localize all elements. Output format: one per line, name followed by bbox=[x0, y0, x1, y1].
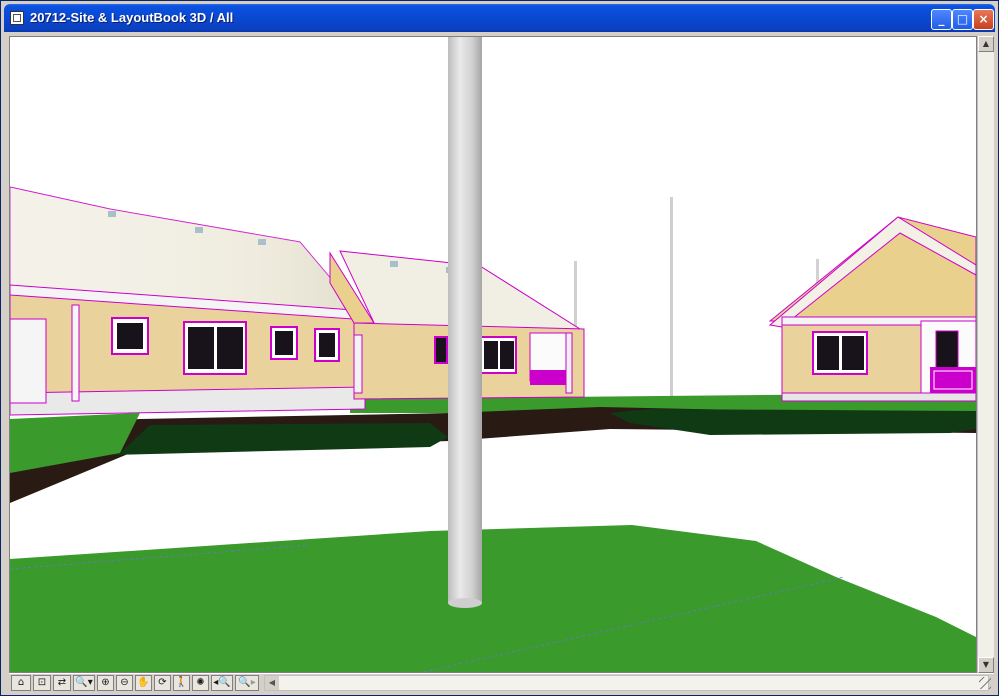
zoom-out-icon[interactable]: ⊖ bbox=[116, 675, 133, 691]
title-bar[interactable]: 20712-Site & LayoutBook 3D / All _ □ × bbox=[4, 4, 995, 32]
orbit-icon[interactable]: ⟳ bbox=[154, 675, 171, 691]
vertical-scrollbar[interactable]: ▲ ▼ bbox=[977, 36, 994, 673]
foreground-pole bbox=[448, 37, 482, 608]
pan-icon[interactable]: ✋ bbox=[135, 675, 152, 691]
3d-viewport[interactable] bbox=[9, 36, 977, 673]
scroll-left-icon[interactable]: ◀ bbox=[265, 676, 279, 690]
maximize-button[interactable]: □ bbox=[952, 9, 973, 30]
previous-zoom-icon[interactable]: ◂🔍 bbox=[211, 675, 233, 691]
close-button[interactable]: × bbox=[973, 9, 994, 30]
distant-pole-2 bbox=[670, 197, 673, 397]
explore-icon[interactable]: ✺ bbox=[192, 675, 209, 691]
next-zoom-icon[interactable]: 🔍▸ bbox=[235, 675, 259, 691]
navigation-mode-icon[interactable]: ⌂ bbox=[11, 675, 31, 691]
resize-grip-icon[interactable] bbox=[979, 677, 991, 689]
app-window: 20712-Site & LayoutBook 3D / All _ □ × ▲… bbox=[0, 0, 999, 696]
walk-icon[interactable]: 🚶 bbox=[173, 675, 190, 691]
fit-in-window-icon[interactable]: ⊡ bbox=[33, 675, 51, 691]
previous-view-icon[interactable]: ⇄ bbox=[53, 675, 71, 691]
horizontal-scrollbar[interactable]: ◀ bbox=[264, 675, 989, 691]
scroll-up-icon[interactable]: ▲ bbox=[978, 36, 994, 52]
minimize-button[interactable]: _ bbox=[931, 9, 952, 30]
document-icon[interactable] bbox=[10, 11, 24, 25]
window-title: 20712-Site & LayoutBook 3D / All bbox=[30, 10, 234, 25]
scroll-down-icon[interactable]: ▼ bbox=[978, 657, 994, 673]
zoom-in-icon[interactable]: ⊕ bbox=[97, 675, 114, 691]
zoom-dropdown-icon[interactable]: 🔍▾ bbox=[73, 675, 95, 691]
view-toolbar: ⌂ ⊡ ⇄ 🔍▾ ⊕ ⊖ ✋ ⟳ 🚶 ✺ ◂🔍 🔍▸ ◀ bbox=[9, 673, 994, 692]
3d-scene bbox=[10, 37, 976, 672]
